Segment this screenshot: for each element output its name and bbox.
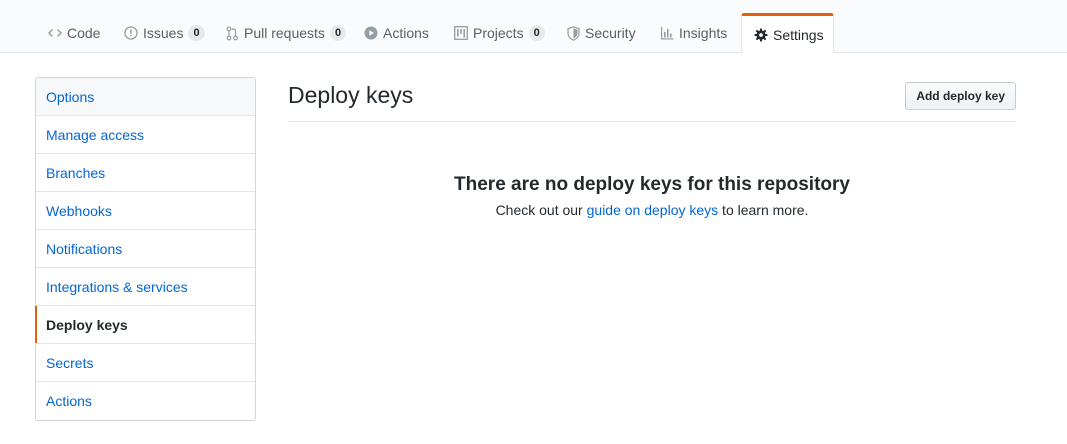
tab-code[interactable]: Code [36, 13, 112, 53]
pull-request-icon [225, 25, 239, 41]
sidebar-item-integrations-services[interactable]: Integrations & services [36, 268, 255, 306]
tab-issues-label: Issues [143, 25, 184, 41]
subhead: Deploy keys Add deploy key [288, 77, 1016, 122]
sidebar-item-notifications[interactable]: Notifications [36, 230, 255, 268]
blankslate: There are no deploy keys for this reposi… [288, 173, 1016, 220]
blankslate-text: Check out our guide on deploy keys to le… [288, 200, 1016, 220]
issue-icon [124, 25, 138, 41]
sidebar-item-secrets[interactable]: Secrets [36, 344, 255, 382]
settings-sidebar: Options Manage access Branches Webhooks … [35, 77, 256, 421]
tab-insights-label: Insights [679, 25, 728, 41]
sidebar-item-actions[interactable]: Actions [36, 382, 255, 420]
blankslate-title: There are no deploy keys for this reposi… [454, 174, 850, 195]
tab-settings[interactable]: Settings [741, 13, 834, 54]
code-icon [48, 25, 62, 41]
issues-counter: 0 [188, 25, 205, 41]
blankslate-text-before: Check out our [495, 202, 587, 218]
tab-pull-requests[interactable]: Pull requests 0 [213, 13, 358, 53]
tab-security-label: Security [585, 25, 636, 41]
page-title: Deploy keys [288, 82, 414, 108]
sidebar-item-webhooks[interactable]: Webhooks [36, 192, 255, 230]
sidebar-item-manage-access[interactable]: Manage access [36, 116, 255, 154]
sidebar-item-branches[interactable]: Branches [36, 154, 255, 192]
main-content: Deploy keys Add deploy key There are no … [288, 77, 1016, 218]
tab-code-label: Code [67, 25, 101, 41]
tab-security[interactable]: Security [554, 13, 648, 53]
project-icon [454, 25, 468, 41]
gear-icon [754, 27, 768, 43]
projects-counter: 0 [528, 25, 545, 41]
sidebar-item-options[interactable]: Options [36, 78, 255, 116]
tab-pull-requests-label: Pull requests [244, 25, 325, 41]
play-icon [364, 25, 378, 41]
tab-settings-label: Settings [773, 26, 824, 43]
tab-issues[interactable]: Issues 0 [112, 13, 217, 53]
add-deploy-key-button[interactable]: Add deploy key [905, 82, 1016, 110]
deploy-keys-guide-link[interactable]: guide on deploy keys [587, 202, 719, 218]
repo-nav: Code Issues 0 Pull requests 0 Actions Pr… [0, 0, 1067, 54]
tab-actions[interactable]: Actions [352, 13, 441, 53]
tab-projects-label: Projects [473, 25, 524, 41]
pull-requests-counter: 0 [329, 25, 347, 41]
sidebar-item-deploy-keys[interactable]: Deploy keys [35, 306, 255, 344]
tab-actions-label: Actions [383, 25, 429, 41]
shield-icon [566, 25, 580, 41]
tab-insights[interactable]: Insights [648, 13, 739, 53]
graph-icon [660, 25, 674, 41]
tab-projects[interactable]: Projects 0 [442, 13, 557, 53]
blankslate-text-after: to learn more. [718, 202, 809, 218]
